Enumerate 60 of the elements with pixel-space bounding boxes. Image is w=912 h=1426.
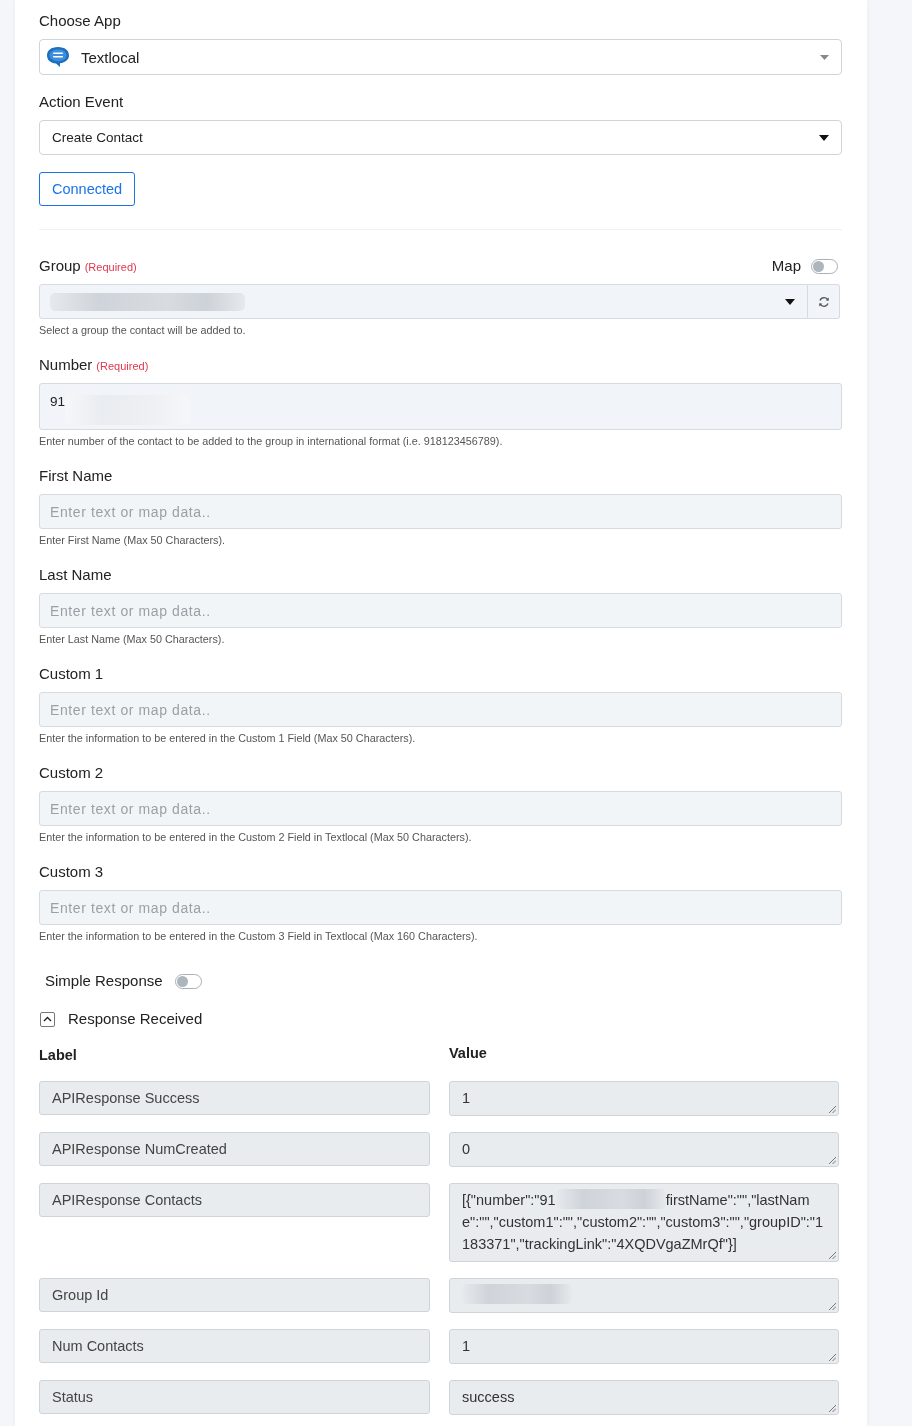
collapse-button[interactable]	[40, 1011, 55, 1027]
simple-response-label: Simple Response	[45, 972, 163, 990]
response-label-field: APIResponse Success	[39, 1081, 430, 1115]
column-header: Value	[449, 1044, 488, 1062]
help-text: Enter the information to be entered in the Custom 1 Field (Max 50 Characters).	[39, 732, 417, 745]
help-text: Enter the information to be entered in the Custom 3 Field in Textlocal (Max 160 Characters).	[39, 930, 479, 943]
help-text: Enter number of the contact to be added to the group in international format (i.e. 918123456789).	[39, 435, 504, 448]
response-label-field: Status	[39, 1380, 430, 1414]
refresh-button[interactable]	[808, 284, 840, 319]
field-label: Number	[39, 356, 93, 374]
text-input[interactable]: Enter text or map data..	[39, 692, 842, 727]
required-note: (Required)	[84, 261, 137, 273]
event-select[interactable]: Create Contact	[39, 120, 842, 155]
resize-handle-icon[interactable]	[828, 1302, 836, 1310]
refresh-icon	[817, 295, 830, 308]
chevron-up-icon	[43, 1016, 52, 1022]
section-title: Response Received	[68, 1010, 203, 1028]
response-value-field[interactable]: [{"number":"91 firstName":"","lastName":"","custom1":"","custom2":"","custom3":"","groupID":"1183371","trackingLink":"4XQDVgaZMrQf"}]	[449, 1183, 839, 1262]
help-text: Select a group the contact will be added to.	[39, 324, 247, 337]
resize-handle-icon[interactable]	[828, 1353, 836, 1361]
text-input[interactable]: Enter text or map data..	[39, 494, 842, 529]
caret-icon	[785, 298, 795, 305]
text-input[interactable]: Enter text or map data..	[39, 593, 842, 628]
toggle-switch[interactable]	[811, 258, 838, 274]
resize-handle-icon[interactable]	[828, 1105, 836, 1113]
field-label: Custom 2	[39, 764, 104, 782]
help-text: Enter First Name (Max 50 Characters).	[39, 534, 226, 547]
response-label-field: Num Contacts	[39, 1329, 430, 1363]
response-value-field[interactable]: 0	[449, 1132, 839, 1167]
help-text: Enter the information to be entered in the Custom 2 Field in Textlocal (Max 50 Characters).	[39, 831, 473, 844]
field-label: First Name	[39, 467, 113, 485]
map-label: Map	[771, 257, 801, 275]
field-label: Custom 1	[39, 665, 104, 683]
response-value-field[interactable]: 1	[449, 1329, 839, 1364]
response-label-field: APIResponse NumCreated	[39, 1132, 430, 1166]
field-label: Custom 3	[39, 863, 104, 881]
number-field[interactable]: 91	[39, 383, 842, 430]
column-header: Label	[39, 1046, 78, 1064]
text-input[interactable]: Enter text or map data..	[39, 791, 842, 826]
response-value-field[interactable]: 1	[449, 1081, 839, 1116]
help-text: Enter Last Name (Max 50 Characters).	[39, 633, 226, 646]
response-value-field[interactable]: success	[449, 1380, 839, 1415]
caret-icon	[819, 134, 829, 141]
required-note: (Required)	[96, 360, 149, 372]
resize-handle-icon[interactable]	[828, 1404, 836, 1412]
resize-handle-icon[interactable]	[828, 1156, 836, 1164]
caret-icon	[820, 54, 829, 60]
toggle-switch[interactable]	[174, 973, 202, 989]
connected-button[interactable]: Connected	[39, 172, 136, 206]
response-value-field[interactable]	[449, 1278, 839, 1313]
speech-bubble-icon	[46, 46, 70, 68]
app-select[interactable]: Textlocal	[39, 39, 842, 75]
field-label: Last Name	[39, 566, 112, 584]
field-label: Choose App	[39, 12, 121, 30]
field-label: Action Event	[39, 93, 124, 111]
response-label-field: Group Id	[39, 1278, 430, 1312]
resize-handle-icon[interactable]	[828, 1251, 836, 1259]
response-label-field: APIResponse Contacts	[39, 1183, 430, 1217]
text-input[interactable]: Enter text or map data..	[39, 890, 842, 925]
field-label: Group	[39, 257, 81, 275]
